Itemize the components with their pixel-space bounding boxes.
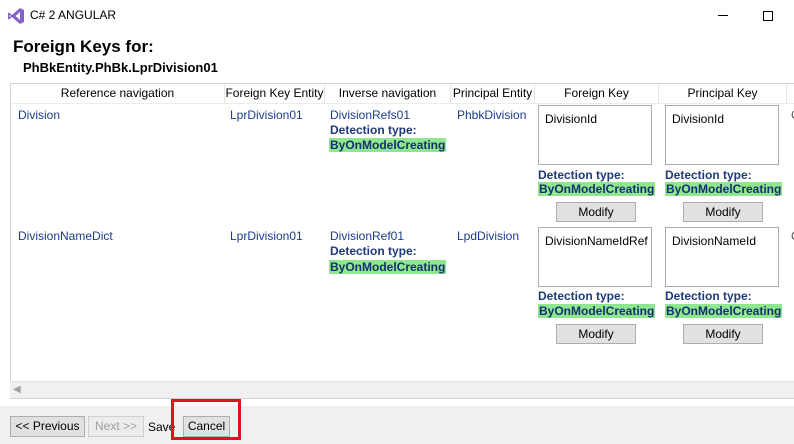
column-header-principal-entity[interactable]: Principal Entity xyxy=(451,84,535,104)
principal-key-item[interactable]: DivisionId xyxy=(672,112,724,126)
detection-type-value: ByOnModelCreating xyxy=(329,260,447,274)
column-header-foreign-key[interactable]: Foreign Key xyxy=(535,84,659,104)
detection-type-value: ByOnModelCreating xyxy=(665,182,783,196)
modify-foreign-key-button[interactable]: Modify xyxy=(556,324,636,344)
detection-type-label: Detection type: xyxy=(665,168,752,182)
minimize-button[interactable] xyxy=(700,0,746,31)
detection-type-value: ByOnModelCreating xyxy=(329,138,447,152)
foreign-key-listbox[interactable]: DivisionNameIdRef xyxy=(538,227,652,287)
inverse-navigation-cell[interactable]: DivisionRef01 xyxy=(330,229,404,243)
detection-type-value: ByOnModelCreating xyxy=(538,304,656,318)
modify-principal-key-button[interactable]: Modify xyxy=(683,202,763,222)
reference-navigation-cell[interactable]: Division xyxy=(18,108,60,122)
detection-type-label: Detection type: xyxy=(538,289,625,303)
detection-type-label: Detection type: xyxy=(330,123,417,137)
foreign-keys-grid: Reference navigation Foreign Key Entity … xyxy=(10,83,794,399)
reference-navigation-cell[interactable]: DivisionNameDict xyxy=(18,229,113,243)
principal-key-listbox[interactable]: DivisionId xyxy=(665,105,779,165)
next-button[interactable]: Next >> xyxy=(88,416,144,437)
detection-type-value: ByOnModelCreating xyxy=(665,304,783,318)
column-header-foreign-key-entity[interactable]: Foreign Key Entity xyxy=(225,84,325,104)
foreign-key-entity-cell[interactable]: LprDivision01 xyxy=(230,229,303,243)
principal-key-listbox[interactable]: DivisionNameId xyxy=(665,227,779,287)
maximize-icon xyxy=(763,10,773,21)
minimize-icon xyxy=(718,15,728,16)
entity-name: PhBkEntity.PhBk.LprDivision01 xyxy=(23,60,218,75)
principal-entity-cell[interactable]: LpdDivision xyxy=(457,229,519,243)
column-header-inverse-navigation[interactable]: Inverse navigation xyxy=(325,84,451,104)
detection-type-label: Detection type: xyxy=(665,289,752,303)
detection-type-value: ByOnModelCreating xyxy=(538,182,656,196)
foreign-key-item[interactable]: DivisionId xyxy=(545,112,597,126)
foreign-key-listbox[interactable]: DivisionId xyxy=(538,105,652,165)
column-header-clipped xyxy=(787,84,794,104)
foreign-key-entity-cell[interactable]: LprDivision01 xyxy=(230,108,303,122)
title-bar: C# 2 ANGULAR xyxy=(0,0,794,31)
window-title: C# 2 ANGULAR xyxy=(30,8,117,22)
detection-type-label: Detection type: xyxy=(330,244,417,258)
horizontal-scrollbar[interactable]: ◀ xyxy=(10,381,794,398)
inverse-navigation-cell[interactable]: DivisionRefs01 xyxy=(330,108,410,122)
page-title: Foreign Keys for: xyxy=(13,37,154,56)
foreign-key-item[interactable]: DivisionNameIdRef xyxy=(545,234,648,248)
modify-principal-key-button[interactable]: Modify xyxy=(683,324,763,344)
cancel-highlight-annotation xyxy=(171,399,241,440)
scroll-left-icon[interactable]: ◀ xyxy=(13,384,21,395)
principal-key-item[interactable]: DivisionNameId xyxy=(672,234,756,248)
column-header-principal-key[interactable]: Principal Key xyxy=(659,84,787,104)
principal-entity-cell[interactable]: PhbkDivision xyxy=(457,108,526,122)
column-header-reference-navigation[interactable]: Reference navigation xyxy=(11,84,225,104)
wizard-footer: << Previous Next >> Save Cancel xyxy=(0,406,794,444)
detection-type-label: Detection type: xyxy=(538,168,625,182)
maximize-button[interactable] xyxy=(745,0,791,31)
modify-foreign-key-button[interactable]: Modify xyxy=(556,202,636,222)
visual-studio-icon xyxy=(8,8,24,24)
previous-button[interactable]: << Previous xyxy=(10,416,85,437)
